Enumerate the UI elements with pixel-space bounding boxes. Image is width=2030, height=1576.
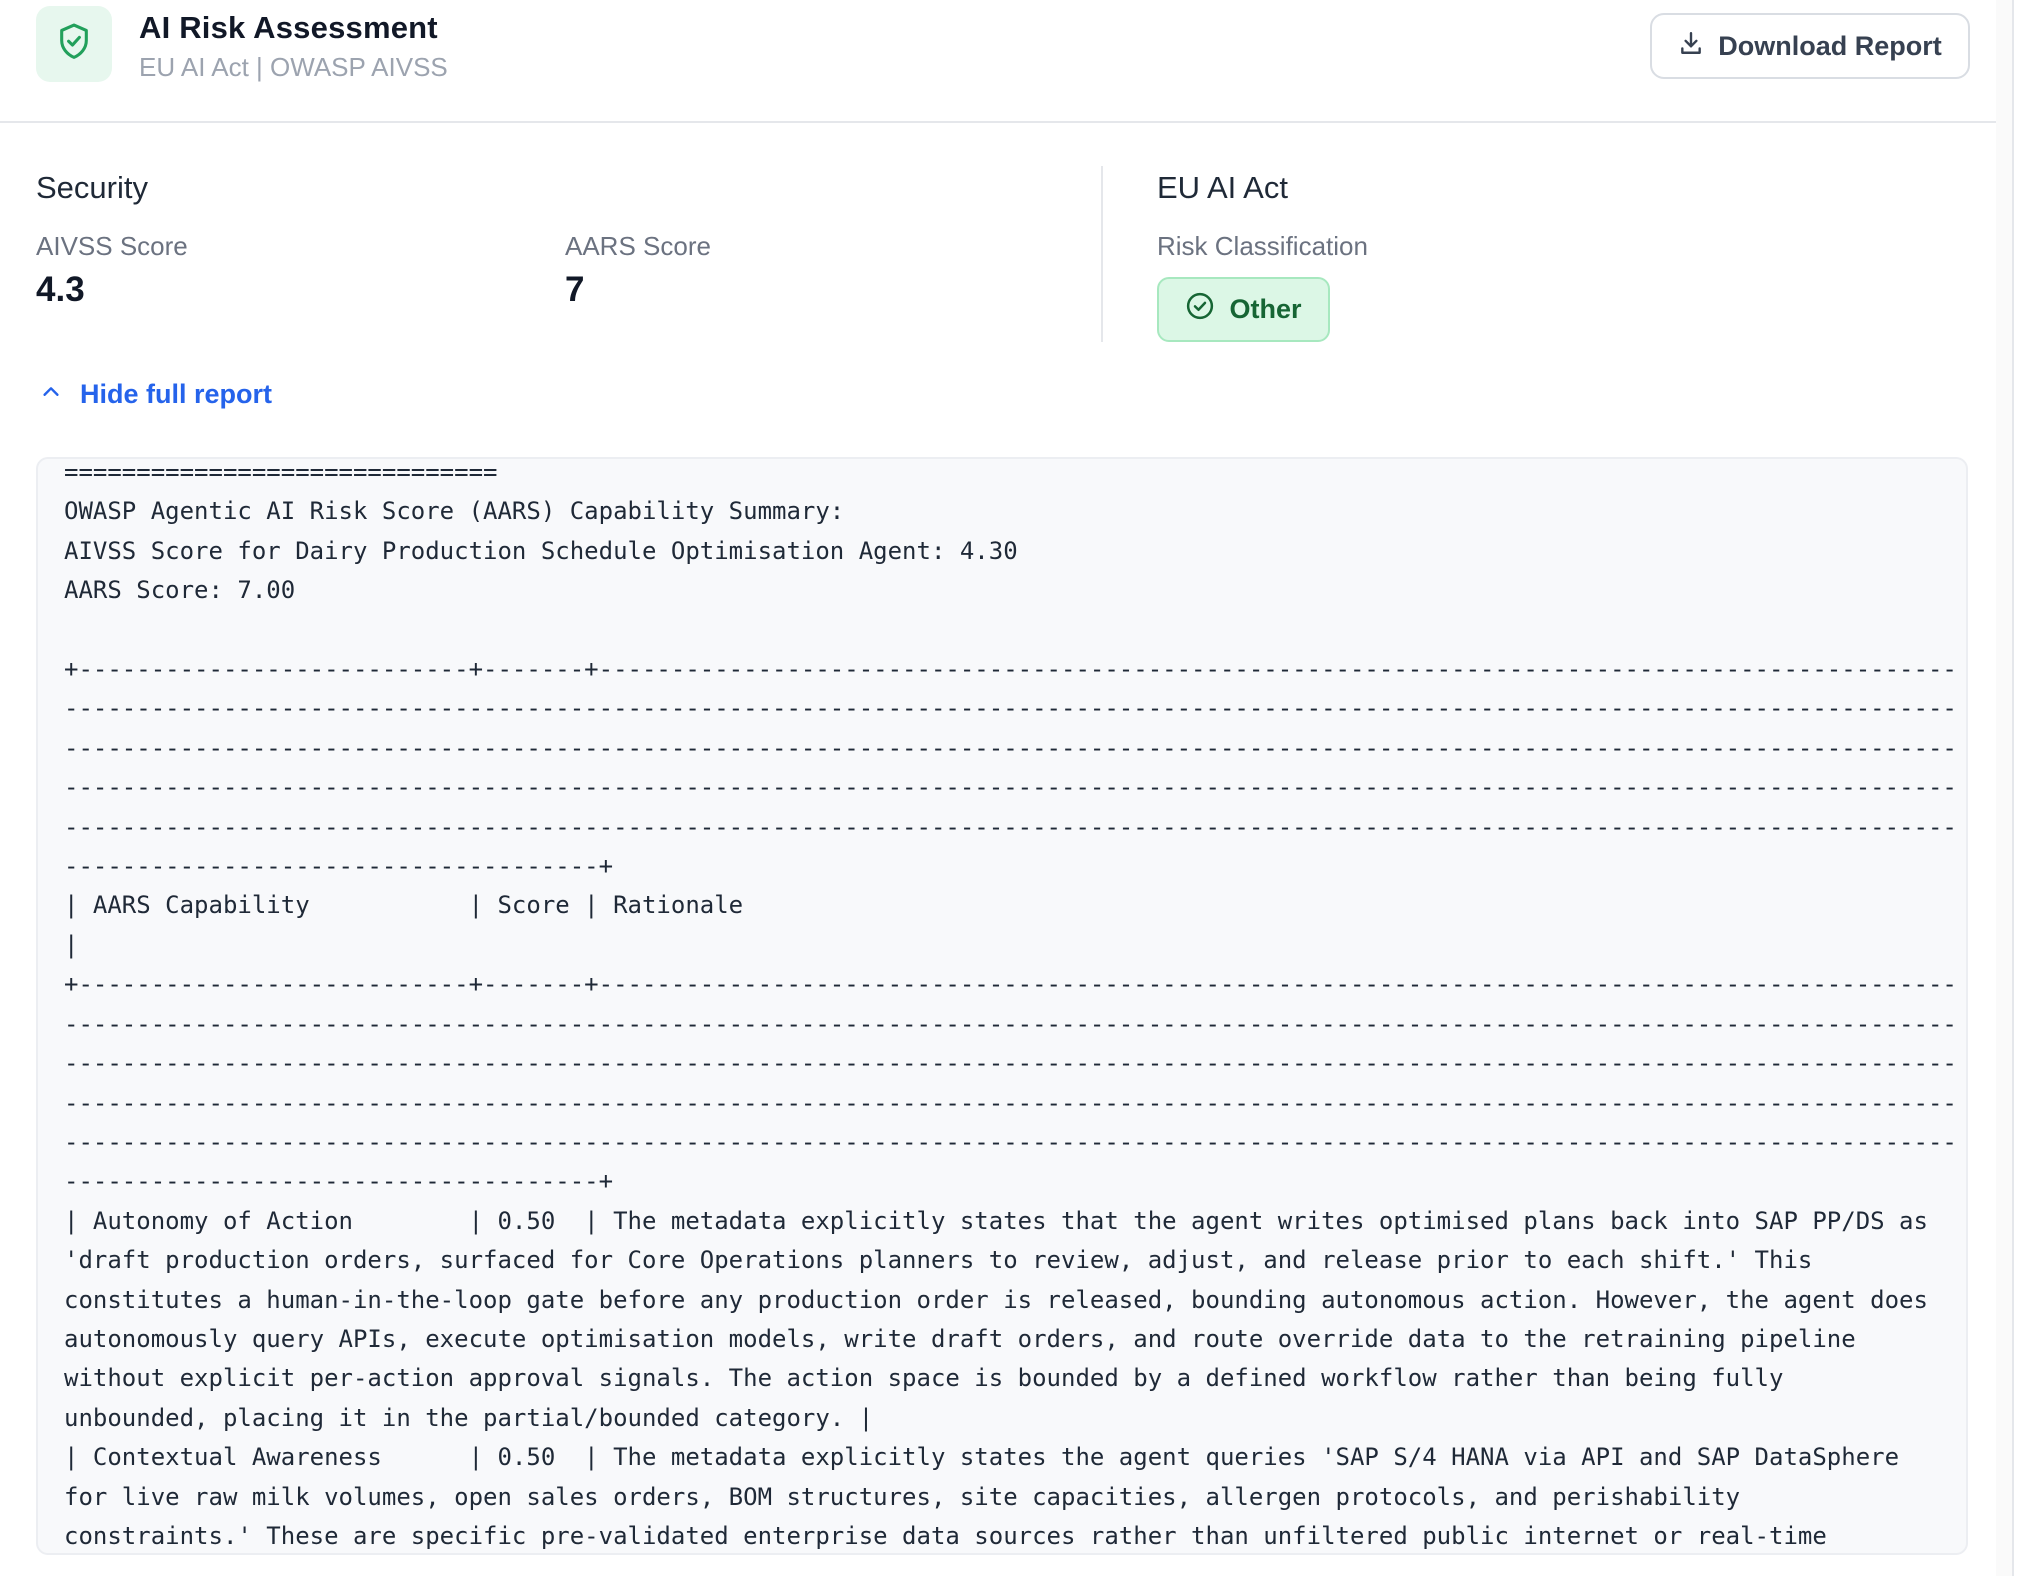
report-line: +---------------------------+-------+---…	[64, 970, 1954, 999]
panel-header: AI Risk Assessment EU AI Act | OWASP AIV…	[0, 0, 2014, 123]
eu-ai-act-section-title: EU AI Act	[1157, 170, 1288, 205]
risk-classification-badge: Other	[1157, 277, 1330, 342]
security-section-title: Security	[36, 170, 148, 205]
report-line: ----------------------------------------…	[64, 812, 1954, 841]
download-icon	[1678, 30, 1704, 63]
shield-check-icon	[55, 22, 93, 67]
aivss-score-label: AIVSS Score	[36, 231, 188, 261]
aars-score-label: AARS Score	[565, 231, 711, 261]
risk-classification-value: Other	[1229, 294, 1302, 324]
report-line: ----------------------------------------…	[64, 1127, 1954, 1156]
download-report-button[interactable]: Download Report	[1650, 13, 1970, 79]
report-line: -------------------------------------+	[64, 852, 614, 881]
report-line	[64, 611, 1954, 650]
report-line: autonomously query APIs, execute optimis…	[64, 1324, 1856, 1353]
report-line: | Contextual Awareness | 0.50 | The meta…	[64, 1443, 1900, 1472]
report-line: OWASP Agentic AI Risk Score (AARS) Capab…	[64, 497, 845, 526]
chevron-up-icon	[40, 379, 62, 410]
report-line: for live raw milk volumes, open sales or…	[64, 1482, 1741, 1511]
download-report-label: Download Report	[1718, 30, 1942, 61]
report-line: ----------------------------------------…	[64, 694, 1954, 723]
report-line: AIVSS Score for Dairy Production Schedul…	[64, 536, 1018, 565]
report-line: | Autonomy of Action | 0.50 | The metada…	[64, 1206, 1928, 1235]
risk-classification-label: Risk Classification	[1157, 231, 1368, 261]
aars-score-value: 7	[565, 270, 585, 309]
hide-full-report-toggle[interactable]: Hide full report	[40, 374, 272, 414]
report-line: unbounded, placing it in the partial/bou…	[64, 1403, 874, 1432]
hide-full-report-label: Hide full report	[80, 378, 273, 409]
report-line: 'draft production orders, surfaced for C…	[64, 1246, 1813, 1275]
report-line: ----------------------------------------…	[64, 1088, 1954, 1117]
risk-assessment-panel: AI Risk Assessment EU AI Act | OWASP AIV…	[0, 0, 2014, 1576]
report-line: | AARS Capability | Score | Rationale	[64, 891, 744, 920]
report-line: -------------------------------------+	[64, 1167, 614, 1196]
report-line: |	[64, 930, 79, 959]
report-line: constraints.' These are specific pre-val…	[64, 1521, 1827, 1550]
panel-scrollbar[interactable]	[1996, 0, 2012, 1576]
report-line: ----------------------------------------…	[64, 773, 1954, 802]
report-line: AARS Score: 7.00	[64, 576, 296, 605]
report-line: ==============================	[64, 458, 498, 486]
report-line: without explicit per-action approval sig…	[64, 1364, 1784, 1393]
report-line: ----------------------------------------…	[64, 733, 1954, 762]
report-line: ----------------------------------------…	[64, 1009, 1954, 1038]
app-logo	[36, 6, 112, 82]
page-subtitle: EU AI Act | OWASP AIVSS	[139, 52, 448, 82]
aivss-score-value: 4.3	[36, 270, 85, 309]
report-line: constitutes a human-in-the-loop gate bef…	[64, 1285, 1928, 1314]
report-line: ----------------------------------------…	[64, 1049, 1954, 1078]
full-report-text: ============================== OWASP Agen…	[64, 458, 1954, 1553]
full-report-box[interactable]: ============================== OWASP Agen…	[36, 457, 1968, 1555]
report-line: +---------------------------+-------+---…	[64, 655, 1954, 684]
check-circle-icon	[1185, 291, 1215, 328]
page-title: AI Risk Assessment	[139, 10, 438, 45]
section-divider	[1101, 166, 1103, 342]
